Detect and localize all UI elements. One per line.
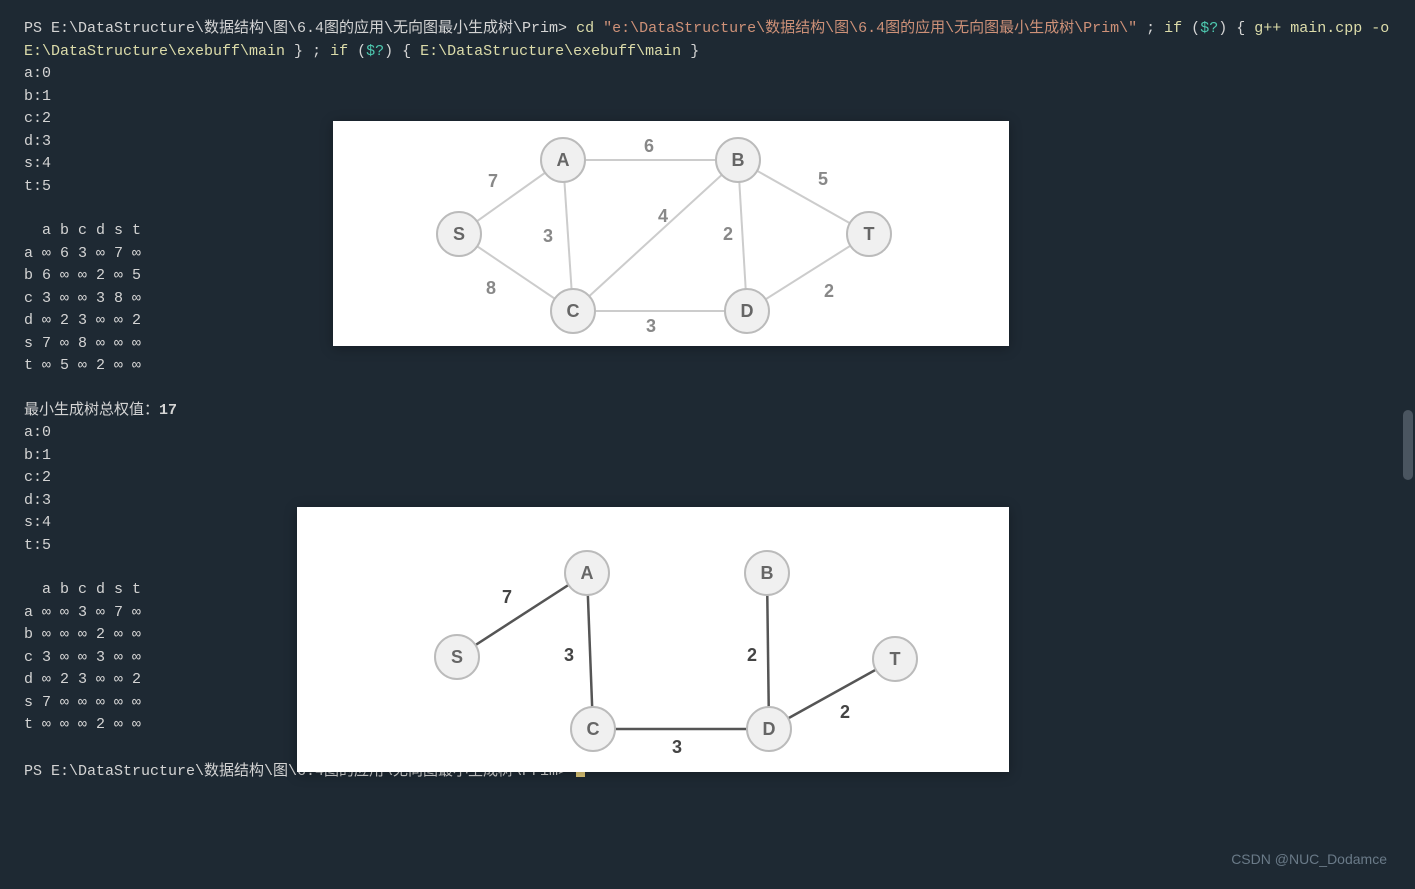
mst-weight-line: 最小生成树总权值：17 — [24, 400, 1391, 423]
weight-B-T: 5 — [818, 169, 828, 189]
cmd-exe: E:\DataStructure\exebuff\main — [420, 43, 681, 60]
prompt-prefix: PS — [24, 20, 51, 37]
weight-B-D: 2 — [723, 224, 733, 244]
svg-text:T: T — [890, 649, 901, 669]
graph-mst: 7 3 2 3 2 S A B C D T — [297, 507, 1009, 772]
node-D: D — [725, 289, 769, 333]
node-T: T — [847, 212, 891, 256]
cmd-cd-path: "e:\DataStructure\数据结构\图\6.4图的应用\无向图最小生成… — [603, 20, 1137, 37]
weight-C-D: 3 — [672, 737, 682, 757]
edge-A-C — [587, 573, 593, 729]
weight-A-B: 6 — [644, 136, 654, 156]
svg-text:C: C — [587, 719, 600, 739]
svg-text:C: C — [567, 301, 580, 321]
graph-original: 6 7 5 8 3 4 2 3 2 S A B C D T — [333, 121, 1009, 346]
svg-text:S: S — [451, 647, 463, 667]
weight-D-T: 2 — [824, 281, 834, 301]
node-T: T — [873, 637, 917, 681]
weight-B-C: 4 — [658, 206, 668, 226]
node-C: C — [571, 707, 615, 751]
watermark: CSDN @NUC_Dodamce — [1231, 851, 1387, 867]
weight-A-C: 3 — [564, 645, 574, 665]
edge-B-D — [767, 573, 769, 729]
node-B: B — [716, 138, 760, 182]
svg-text:S: S — [453, 224, 465, 244]
prompt-path: E:\DataStructure\数据结构\图\6.4图的应用\无向图最小生成树… — [51, 20, 567, 37]
cmd-cd: cd — [567, 20, 603, 37]
node-B: B — [745, 551, 789, 595]
svg-text:D: D — [741, 301, 754, 321]
node-D: D — [747, 707, 791, 751]
prompt-line-1: PS E:\DataStructure\数据结构\图\6.4图的应用\无向图最小… — [24, 18, 1391, 63]
svg-text:A: A — [581, 563, 594, 583]
svg-text:T: T — [864, 224, 875, 244]
weight-D-T: 2 — [840, 702, 850, 722]
graph-original-svg: 6 7 5 8 3 4 2 3 2 S A B C D T — [333, 121, 1009, 346]
mst-label: 最小生成树总权值： — [24, 402, 159, 419]
node-S: S — [437, 212, 481, 256]
svg-text:A: A — [557, 150, 570, 170]
weight-A-C: 3 — [543, 226, 553, 246]
weight-S-C: 8 — [486, 278, 496, 298]
node-S: S — [435, 635, 479, 679]
scrollbar-thumb[interactable] — [1403, 410, 1413, 480]
svg-text:D: D — [763, 719, 776, 739]
edge-B-C — [573, 160, 738, 311]
svg-text:B: B — [732, 150, 745, 170]
node-C: C — [551, 289, 595, 333]
prompt-prefix: PS — [24, 763, 51, 780]
node-A: A — [565, 551, 609, 595]
graph-mst-svg: 7 3 2 3 2 S A B C D T — [297, 507, 1009, 772]
svg-text:B: B — [761, 563, 774, 583]
weight-C-D: 3 — [646, 316, 656, 336]
weight-S-A: 7 — [502, 587, 512, 607]
weight-S-A: 7 — [488, 171, 498, 191]
mst-value: 17 — [159, 402, 177, 419]
node-A: A — [541, 138, 585, 182]
weight-B-D: 2 — [747, 645, 757, 665]
